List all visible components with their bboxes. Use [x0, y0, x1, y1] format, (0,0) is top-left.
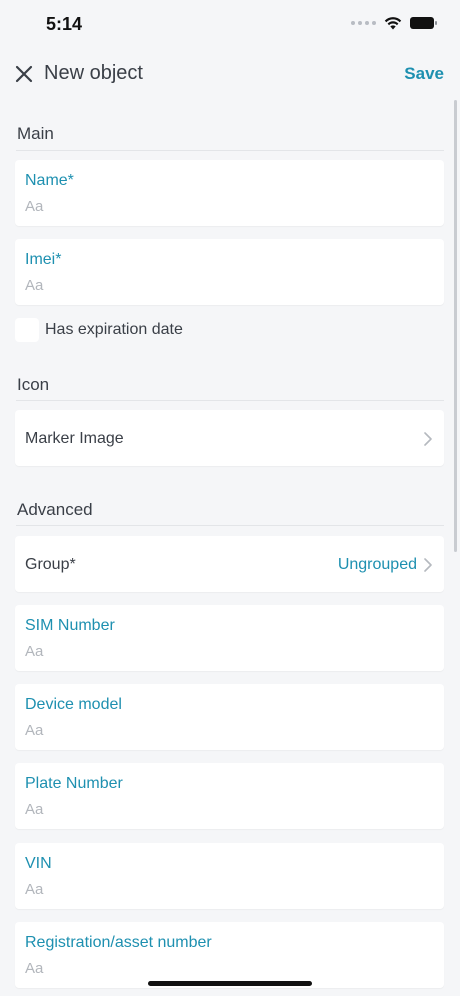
- device-model-field[interactable]: Device model Aa: [15, 684, 444, 750]
- scrollbar[interactable]: [454, 100, 457, 552]
- device-model-input[interactable]: Aa: [25, 722, 43, 739]
- expiration-checkbox[interactable]: [15, 318, 39, 342]
- group-value: Ungrouped: [337, 556, 417, 573]
- imei-label: Imei*: [25, 251, 62, 268]
- section-title-icon: Icon: [17, 375, 50, 394]
- vin-field[interactable]: VIN Aa: [15, 843, 444, 909]
- plate-number-input[interactable]: Aa: [25, 801, 43, 818]
- plate-number-field[interactable]: Plate Number Aa: [15, 763, 444, 829]
- battery-icon: [410, 17, 437, 29]
- page-title: New object: [44, 62, 143, 84]
- vin-label: VIN: [25, 855, 52, 872]
- name-input[interactable]: Aa: [25, 198, 43, 215]
- section-title-advanced: Advanced: [17, 500, 93, 519]
- section-divider: [16, 150, 444, 151]
- vin-input[interactable]: Aa: [25, 881, 43, 898]
- status-icons: [351, 16, 437, 30]
- plate-number-label: Plate Number: [25, 775, 123, 792]
- sim-number-input[interactable]: Aa: [25, 643, 43, 660]
- imei-field[interactable]: Imei* Aa: [15, 239, 444, 305]
- home-indicator[interactable]: [148, 981, 312, 986]
- name-field[interactable]: Name* Aa: [15, 160, 444, 226]
- registration-number-label: Registration/asset number: [25, 934, 212, 951]
- device-model-label: Device model: [25, 696, 122, 713]
- marker-image-row[interactable]: Marker Image: [15, 410, 444, 466]
- chevron-right-icon: [424, 558, 432, 572]
- expiration-label[interactable]: Has expiration date: [45, 321, 183, 339]
- chevron-right-icon: [424, 432, 432, 446]
- save-button[interactable]: Save: [404, 64, 444, 84]
- imei-input[interactable]: Aa: [25, 277, 43, 294]
- group-row[interactable]: Group* Ungrouped: [15, 536, 444, 592]
- wifi-icon: [384, 17, 402, 30]
- section-title-main: Main: [17, 124, 54, 143]
- navigation-bar: New object Save: [0, 52, 460, 96]
- close-icon[interactable]: [14, 64, 34, 84]
- status-time: 5:14: [46, 14, 83, 34]
- marker-image-label: Marker Image: [25, 430, 124, 447]
- sim-number-label: SIM Number: [25, 617, 115, 634]
- name-label: Name*: [25, 172, 74, 189]
- sim-number-field[interactable]: SIM Number Aa: [15, 605, 444, 671]
- registration-number-input[interactable]: Aa: [25, 960, 43, 977]
- section-divider: [16, 525, 444, 526]
- registration-number-field[interactable]: Registration/asset number Aa: [15, 922, 444, 988]
- signal-icon: [351, 21, 376, 25]
- group-label: Group*: [25, 556, 76, 573]
- status-bar: 5:14: [0, 0, 460, 50]
- section-divider: [16, 400, 444, 401]
